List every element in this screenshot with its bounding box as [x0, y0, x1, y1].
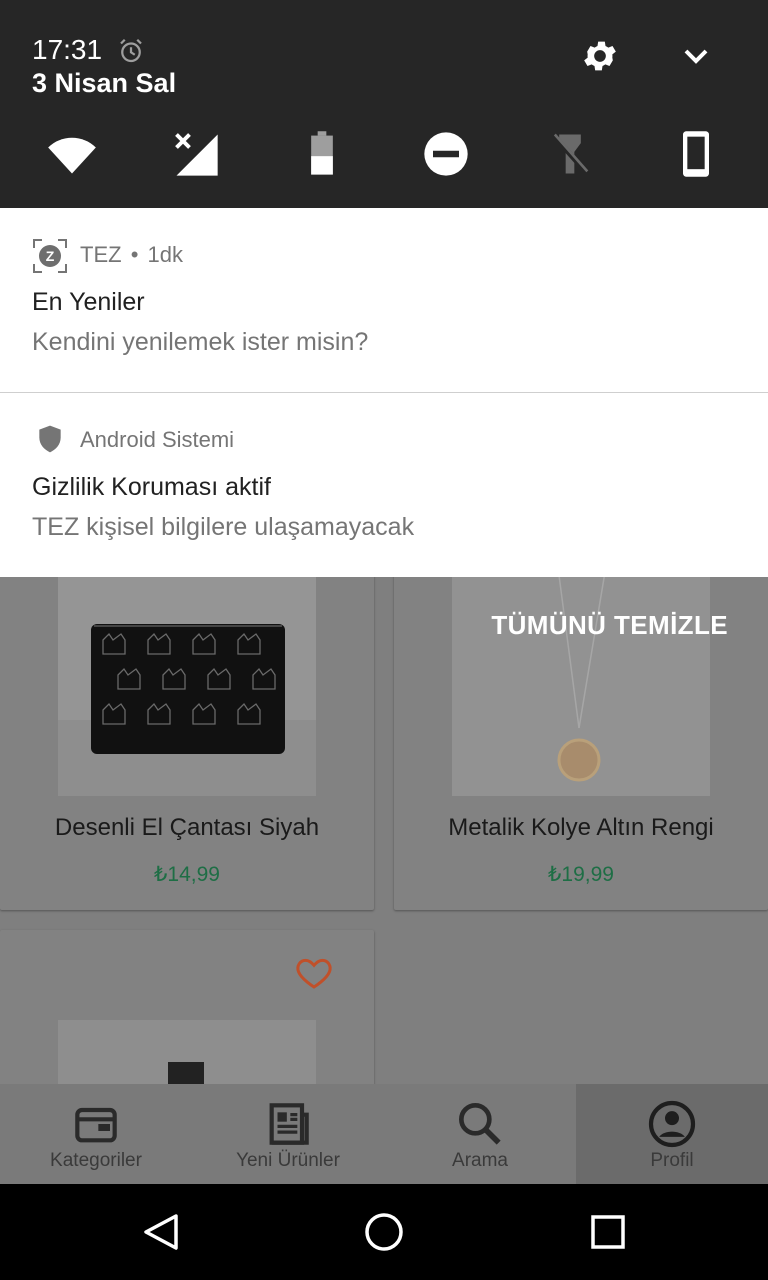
battery-icon[interactable] [296, 128, 348, 180]
date: 3 Nisan Sal [32, 68, 177, 98]
notification-app-name: TEZ [80, 242, 122, 267]
nav-item-profile[interactable]: Profil [576, 1084, 768, 1184]
product-name: Metalik Kolye Altın Rengi [448, 814, 714, 841]
product-price: ₺19,99 [548, 863, 614, 886]
notification-title: Gizlilik Koruması aktif [32, 473, 271, 501]
heart-icon[interactable] [294, 952, 334, 992]
nav-item-new-products[interactable]: Yeni Ürünler [192, 1084, 384, 1184]
flashlight-icon[interactable] [544, 128, 596, 180]
separator: • [130, 242, 139, 267]
nav-label: Kategoriler [50, 1150, 142, 1171]
notification-body: Kendini yenilemek ister misin? [32, 328, 369, 356]
notification-title: En Yeniler [32, 288, 145, 316]
chevron-down-icon[interactable] [676, 36, 716, 76]
product-image [58, 560, 316, 796]
settings-icon[interactable] [580, 36, 620, 76]
product-image [452, 559, 710, 796]
home-icon[interactable] [356, 1204, 412, 1260]
shield-icon [39, 425, 61, 453]
svg-text:Z: Z [46, 248, 55, 264]
notification-body: TEZ kişisel bilgilere ulaşamayacak [32, 513, 415, 541]
notification-header: TEZ • 1dk [80, 242, 183, 268]
notification-age: 1dk [147, 242, 183, 267]
rotation-icon[interactable] [670, 128, 722, 180]
wallet-icon [75, 1107, 117, 1143]
bottom-navigation: Kategoriler Yeni Ürünler Arama Profil [0, 1084, 768, 1184]
account-icon [648, 1100, 696, 1148]
wifi-icon[interactable] [46, 128, 98, 180]
product-price: ₺14,99 [154, 863, 220, 886]
notification-shade-header: 17:31 3 Nisan Sal [0, 0, 768, 208]
nav-label: Yeni Ürünler [236, 1150, 340, 1171]
notification-card[interactable]: Android Sistemi Gizlilik Koruması aktif … [0, 393, 768, 577]
back-icon[interactable] [132, 1204, 188, 1260]
nav-item-search[interactable]: Arama [384, 1084, 576, 1184]
nav-item-categories[interactable]: Kategoriler [0, 1084, 192, 1184]
nav-label: Profil [650, 1150, 694, 1171]
recents-icon[interactable] [580, 1204, 636, 1260]
mobile-data-off-icon[interactable] [170, 128, 222, 180]
notification-app-name: Android Sistemi [80, 427, 235, 452]
nav-label: Arama [452, 1150, 508, 1171]
do-not-disturb-icon[interactable] [420, 128, 472, 180]
clock: 17:31 [32, 34, 103, 65]
app-logo-icon: Z [33, 239, 67, 273]
alarm-icon [120, 38, 142, 63]
news-icon [269, 1103, 309, 1145]
clear-all-button[interactable]: TÜMÜNÜ TEMİZLE [491, 610, 728, 641]
product-name: Desenli El Çantası Siyah [54, 814, 320, 841]
notification-card[interactable]: Z TEZ • 1dk En Yeniler Kendini yenilemek… [0, 208, 768, 392]
product-card[interactable]: Desenli El Çantası Siyah ₺14,99 [0, 560, 374, 910]
search-icon [459, 1103, 501, 1145]
system-navigation-bar [0, 1184, 768, 1280]
